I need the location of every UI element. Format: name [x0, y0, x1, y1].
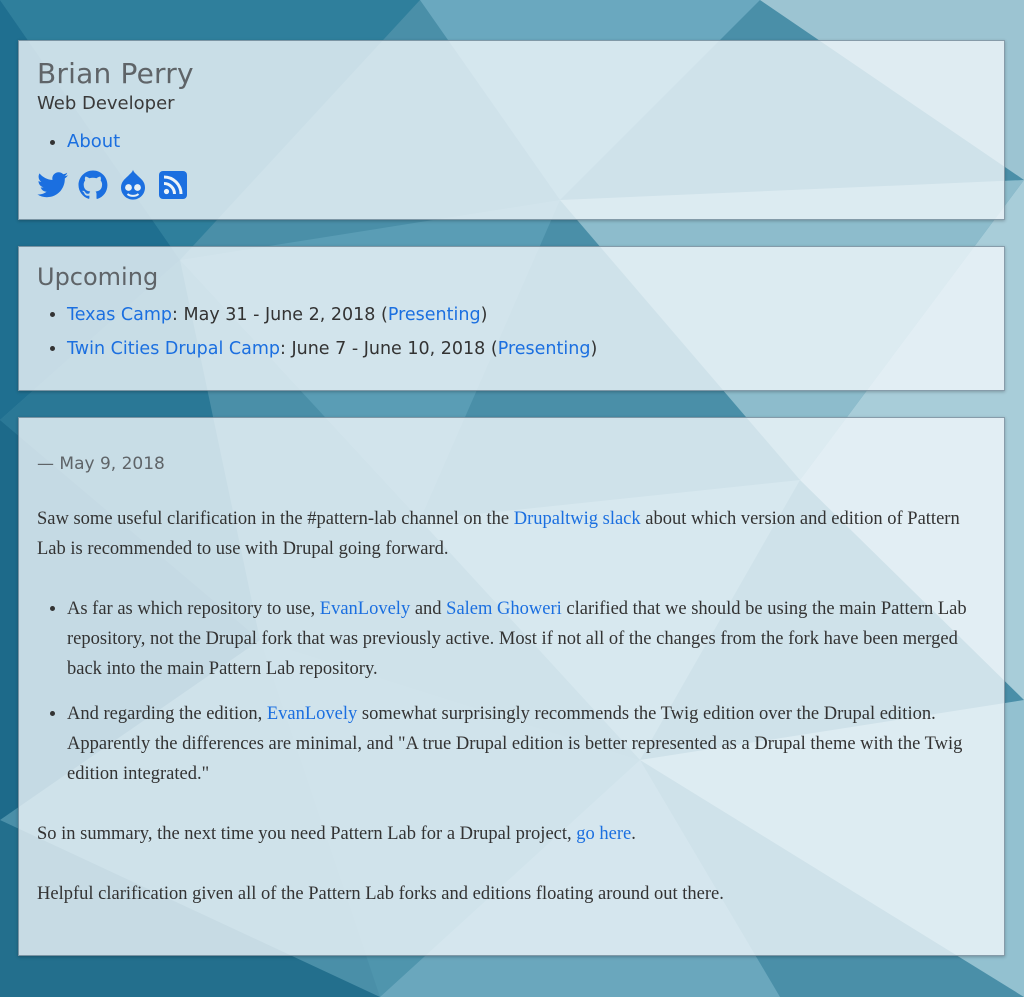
post-bullets: As far as which repository to use, EvanL… — [37, 594, 992, 789]
event-close: ) — [480, 305, 488, 325]
event-item: Texas Camp: May 31 - June 2, 2018 (Prese… — [67, 303, 597, 327]
list-item: As far as which repository to use, EvanL… — [67, 594, 992, 684]
post-summary: So in summary, the next time you need Pa… — [37, 819, 992, 849]
event-link-twin-cities-drupal-camp[interactable]: Twin Cities Drupal Camp — [67, 339, 280, 359]
go-here-link[interactable]: go here — [576, 824, 631, 844]
bullet-text: And regarding the edition, — [67, 704, 267, 724]
list-item: And regarding the edition, EvanLovely so… — [67, 699, 992, 789]
presenting-link[interactable]: Presenting — [498, 339, 591, 359]
salem-ghoweri-link[interactable]: Salem Ghoweri — [446, 599, 562, 619]
about-link[interactable]: About — [67, 131, 120, 152]
post-date: — May 9, 2018 — [37, 454, 165, 474]
twitter-icon[interactable] — [37, 169, 69, 201]
main-menu: About — [37, 131, 120, 153]
event-item: Twin Cities Drupal Camp: June 7 - June 1… — [67, 337, 597, 361]
evanlovely-link[interactable]: EvanLovely — [320, 599, 410, 619]
drupal-icon[interactable] — [117, 169, 149, 201]
evanlovely-link[interactable]: EvanLovely — [267, 704, 357, 724]
bullet-text: As far as which repository to use, — [67, 599, 320, 619]
post-intro: Saw some useful clarification in the #pa… — [37, 504, 992, 564]
rss-icon[interactable] — [157, 169, 189, 201]
upcoming-block: Upcoming Texas Camp: May 31 - June 2, 20… — [18, 246, 1005, 391]
summary-text: . — [631, 824, 636, 844]
upcoming-title: Upcoming — [37, 263, 159, 291]
event-list: Texas Camp: May 31 - June 2, 2018 (Prese… — [37, 303, 597, 371]
post-article: — May 9, 2018 Saw some useful clarificat… — [18, 417, 1005, 956]
event-dates: : June 7 - June 10, 2018 ( — [280, 339, 498, 359]
intro-text: Saw some useful clarification in the #pa… — [37, 509, 514, 529]
bullet-text: and — [410, 599, 447, 619]
site-name[interactable]: Brian Perry — [37, 57, 194, 90]
menu-item-about: About — [67, 131, 120, 153]
event-dates: : May 31 - June 2, 2018 ( — [172, 305, 388, 325]
summary-text: So in summary, the next time you need Pa… — [37, 824, 577, 844]
drupaltwig-slack-link[interactable]: Drupaltwig slack — [514, 509, 641, 529]
event-close: ) — [590, 339, 598, 359]
github-icon[interactable] — [77, 169, 109, 201]
social-links — [37, 169, 189, 201]
event-link-texas-camp[interactable]: Texas Camp — [67, 305, 172, 325]
presenting-link[interactable]: Presenting — [388, 305, 481, 325]
post-body: Saw some useful clarification in the #pa… — [37, 504, 992, 909]
site-header: Brian Perry Web Developer About — [18, 40, 1005, 220]
site-slogan: Web Developer — [37, 93, 175, 114]
post-closing: Helpful clarification given all of the P… — [37, 884, 724, 904]
